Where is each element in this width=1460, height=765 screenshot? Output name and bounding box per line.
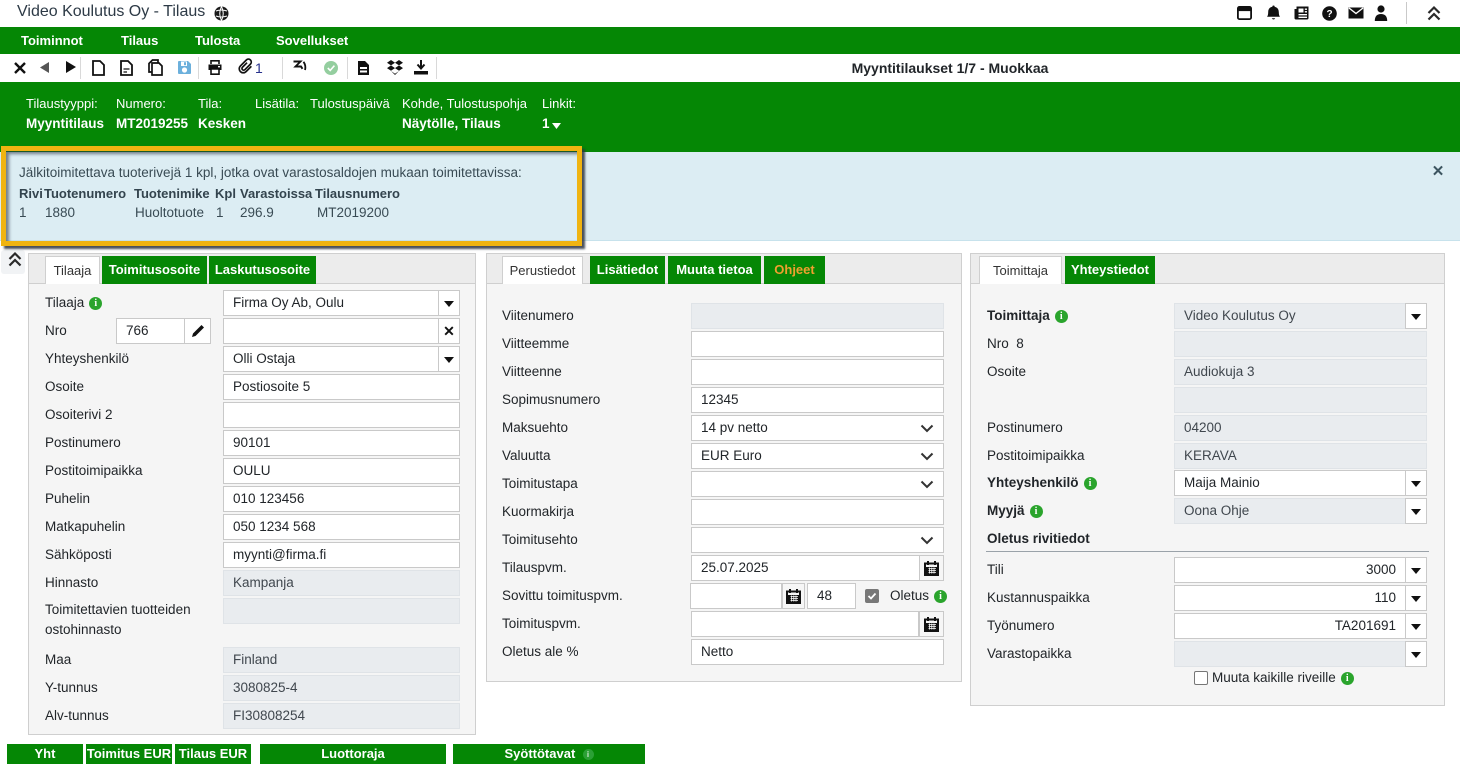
svg-text:?: ? — [1326, 9, 1332, 20]
